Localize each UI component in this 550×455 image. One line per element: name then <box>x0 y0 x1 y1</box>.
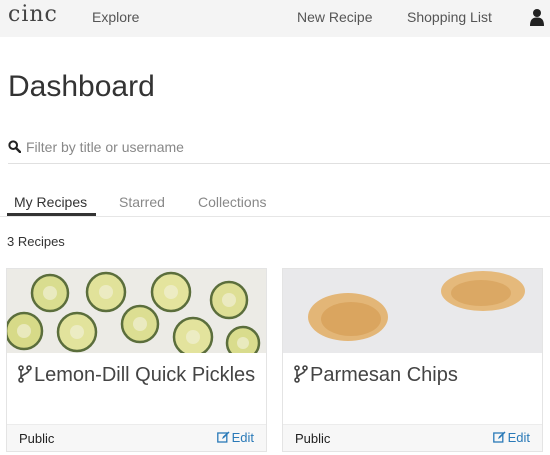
visibility-label: Public <box>19 431 55 446</box>
recipe-card[interactable]: Lemon-Dill Quick Pickles Public Edit <box>6 268 267 452</box>
recipe-title-text: Parmesan Chips <box>310 364 458 386</box>
edit-label: Edit <box>231 430 254 445</box>
recipe-image[interactable] <box>7 269 266 353</box>
recipe-title-link[interactable]: Lemon-Dill Quick Pickles <box>18 359 258 391</box>
page-title: Dashboard <box>8 70 155 103</box>
dashboard-tabs: My Recipes Starred Collections <box>0 190 550 217</box>
top-navbar: cinc Explore New Recipe Shopping List <box>0 0 550 37</box>
edit-icon <box>492 431 506 443</box>
recipe-title-text: Lemon-Dill Quick Pickles <box>34 364 256 386</box>
search-input[interactable] <box>26 134 546 160</box>
tab-my-recipes[interactable]: My Recipes <box>14 194 87 210</box>
tab-collections[interactable]: Collections <box>198 194 266 210</box>
card-footer: Public Edit <box>7 424 266 451</box>
active-tab-indicator <box>7 213 96 216</box>
recipe-title-link[interactable]: Parmesan Chips <box>294 359 534 391</box>
edit-link[interactable]: Edit <box>492 430 530 445</box>
search-icon <box>8 140 22 154</box>
brand-logo[interactable]: cinc <box>8 2 58 27</box>
recipe-count: 3 Recipes <box>7 234 65 249</box>
edit-link[interactable]: Edit <box>216 430 254 445</box>
search-bar <box>8 132 550 164</box>
edit-icon <box>216 431 230 443</box>
recipe-card[interactable]: Parmesan Chips Public Edit <box>282 268 543 452</box>
nav-shopping-list-link[interactable]: Shopping List <box>407 9 492 25</box>
nav-explore-link[interactable]: Explore <box>92 9 139 25</box>
recipe-image[interactable] <box>283 269 542 353</box>
fork-icon <box>18 361 32 383</box>
edit-label: Edit <box>507 430 530 445</box>
card-footer: Public Edit <box>283 424 542 451</box>
user-icon[interactable] <box>530 8 544 26</box>
fork-icon <box>294 361 308 383</box>
tab-starred[interactable]: Starred <box>119 194 165 210</box>
nav-new-recipe-link[interactable]: New Recipe <box>297 9 372 25</box>
visibility-label: Public <box>295 431 331 446</box>
